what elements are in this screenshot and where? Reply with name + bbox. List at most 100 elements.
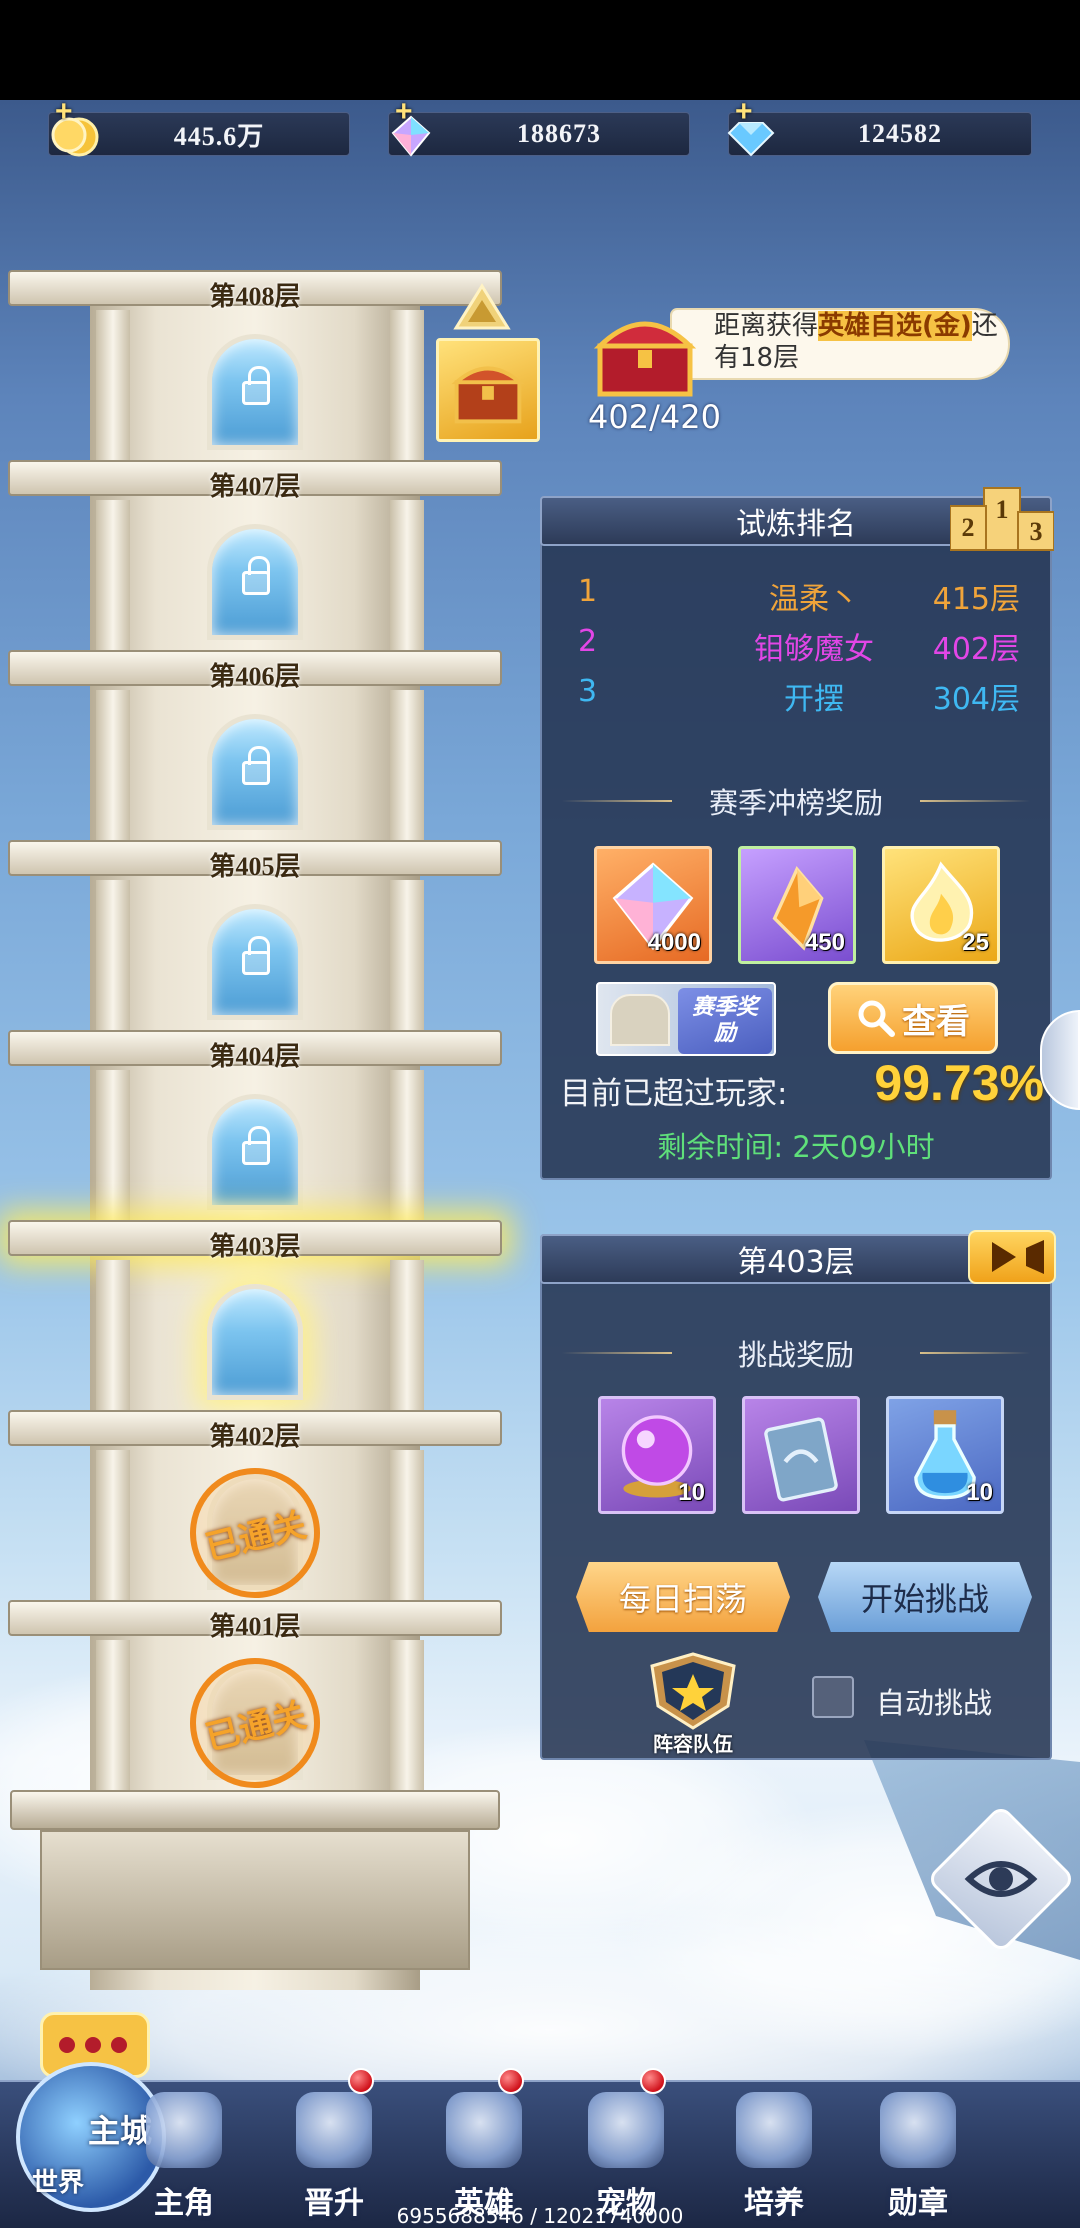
floor-label: 第408层 [209, 282, 301, 311]
tower-column [390, 1640, 424, 1790]
pet-icon [588, 2092, 664, 2168]
milestone-reward-name: 英雄自选(金) [818, 311, 972, 341]
svg-text:3: 3 [1030, 517, 1043, 546]
add-gem-blue-icon[interactable]: + [735, 95, 753, 129]
tower-column [96, 1640, 130, 1790]
rank-player-name: 温柔丶 [769, 582, 859, 617]
milestone-chest-slot[interactable] [436, 338, 540, 442]
red-chest-icon [593, 321, 697, 397]
tower-floor-第404层[interactable]: 第404层 [150, 1042, 360, 1220]
floor-label: 第405层 [209, 852, 301, 881]
treasure-chest-icon [451, 366, 525, 424]
tower-column [390, 500, 424, 650]
replay-video-button[interactable] [968, 1230, 1056, 1284]
milestone-prefix: 距离获得 [714, 311, 819, 341]
view-button-label: 查看 [902, 1001, 970, 1042]
challenge-reward-item-1[interactable]: 10 [598, 1396, 716, 1514]
rank-row-2[interactable]: 2 钼够魔女 402层 [564, 624, 1020, 668]
milestone-text: 距离获得英雄自选(金)还有18层 [714, 310, 1004, 374]
tower-floor-第407层[interactable]: 第407层 [150, 472, 360, 650]
milestone-banner[interactable]: 距离获得英雄自选(金)还有18层 [590, 302, 1020, 397]
rank-row-3[interactable]: 3 开摆 304层 [564, 674, 1020, 718]
reward-count: 10 [678, 1479, 705, 1506]
video-camera-icon [992, 1240, 1044, 1274]
ranking-title: 试炼排名 [736, 507, 856, 542]
auto-challenge-label: 自动挑战 [876, 1686, 993, 1720]
shield-star-icon [650, 1652, 736, 1730]
tower-door [207, 524, 303, 640]
floor-label: 第406层 [209, 662, 301, 691]
tower-column [390, 690, 424, 840]
tower-column [390, 1260, 424, 1410]
rank-player-name: 开摆 [784, 682, 844, 717]
currency-gem-blue[interactable]: + 124582 [727, 95, 1032, 157]
floor-label: 第401层 [209, 1612, 301, 1641]
tower-column [96, 1450, 130, 1600]
rank-number: 3 [578, 674, 598, 709]
floor-panel-title: 第403层 [737, 1245, 855, 1280]
lock-icon [242, 936, 270, 975]
tower-floor-第406层[interactable]: 第406层 [150, 662, 360, 840]
start-challenge-button[interactable]: 开始挑战 [818, 1562, 1032, 1632]
tower-column [96, 690, 130, 840]
rank-row-1[interactable]: 1 温柔丶 415层 [564, 574, 1020, 618]
notification-dot [348, 2068, 374, 2094]
lock-icon [242, 746, 270, 785]
tower-column [96, 500, 130, 650]
challenge-reward-item-3[interactable]: 10 [886, 1396, 1004, 1514]
daily-sweep-button[interactable]: 每日扫荡 [576, 1562, 790, 1632]
tower-column [390, 880, 424, 1030]
floor-panel: 第403层 挑战奖励 10 10 每日扫荡 开始挑战 阵容队伍 自动挑战 [540, 1230, 1056, 1760]
rank-floor: 402层 [932, 632, 1020, 667]
season-reward-item-2[interactable]: 450 [738, 846, 856, 964]
season-reward-banner[interactable]: 赛季奖励 [596, 982, 776, 1056]
season-reward-title: 赛季冲榜奖励 [708, 786, 883, 820]
team-lineup-button[interactable]: 阵容队伍 [638, 1650, 748, 1756]
tower-floor-第402层[interactable]: 第402层 已通关 [150, 1422, 360, 1612]
floor-label: 第404层 [209, 1042, 301, 1071]
helmet-icon [446, 2092, 522, 2168]
view-button[interactable]: 查看 [828, 982, 998, 1054]
cleared-stamp: 已通关 [176, 1644, 334, 1802]
lock-icon [242, 366, 270, 405]
tower-door [207, 1094, 303, 1210]
lock-icon [242, 1126, 270, 1165]
ranking-panel: 试炼排名 1 2 3 1 温柔丶 415层 2 钼够魔女 402层 3 开摆 3… [540, 487, 1054, 1180]
tower-door [207, 714, 303, 830]
svg-text:1: 1 [996, 495, 1009, 524]
floor-label: 第407层 [209, 472, 301, 501]
skill-card-icon [764, 1417, 838, 1502]
add-gem-purple-icon[interactable]: + [395, 95, 413, 129]
rank-floor: 304层 [932, 682, 1020, 717]
triangle-emblem-icon [453, 283, 511, 330]
currency-gem-purple[interactable]: + 188673 [388, 95, 690, 157]
podium-icon: 1 2 3 [950, 487, 1054, 551]
challenge-reward-item-2[interactable] [742, 1396, 860, 1514]
percent-label: 目前已超过玩家: [560, 1076, 788, 1112]
team-lineup-label: 阵容队伍 [653, 1732, 733, 1756]
season-reward-item-1[interactable]: 4000 [594, 846, 712, 964]
tower-floor-第405层[interactable]: 第405层 [150, 852, 360, 1030]
world-label: 世界 [32, 2168, 85, 2198]
tower-foundation [40, 1830, 470, 1970]
add-gold-icon[interactable]: + [55, 95, 73, 129]
tower-floor-第401层[interactable]: 第401层已通关 [150, 1612, 360, 1802]
eye-emblem-icon [964, 1861, 1038, 1897]
rank-player-name: 钼够魔女 [754, 632, 874, 667]
reward-count: 450 [804, 929, 845, 956]
floor-label: 第403层 [209, 1232, 301, 1261]
reward-count: 25 [962, 929, 989, 956]
season-reward-item-3[interactable]: 25 [882, 846, 1000, 964]
tower-floor-第408层[interactable]: 第408层 [150, 282, 360, 460]
tower-column [96, 310, 130, 460]
auto-challenge-checkbox[interactable] [812, 1676, 854, 1718]
reward-count: 10 [966, 1479, 993, 1506]
daily-sweep-label: 每日扫荡 [618, 1580, 747, 1618]
tower-floor-第403层[interactable]: 第403层 [150, 1232, 360, 1410]
hero-profile-icon [146, 2092, 222, 2168]
tower-column [96, 880, 130, 1030]
tower-door [207, 1284, 303, 1400]
currency-gold[interactable]: + 445.6万 [48, 95, 350, 157]
rank-number: 2 [578, 624, 598, 659]
tower-door [207, 904, 303, 1020]
